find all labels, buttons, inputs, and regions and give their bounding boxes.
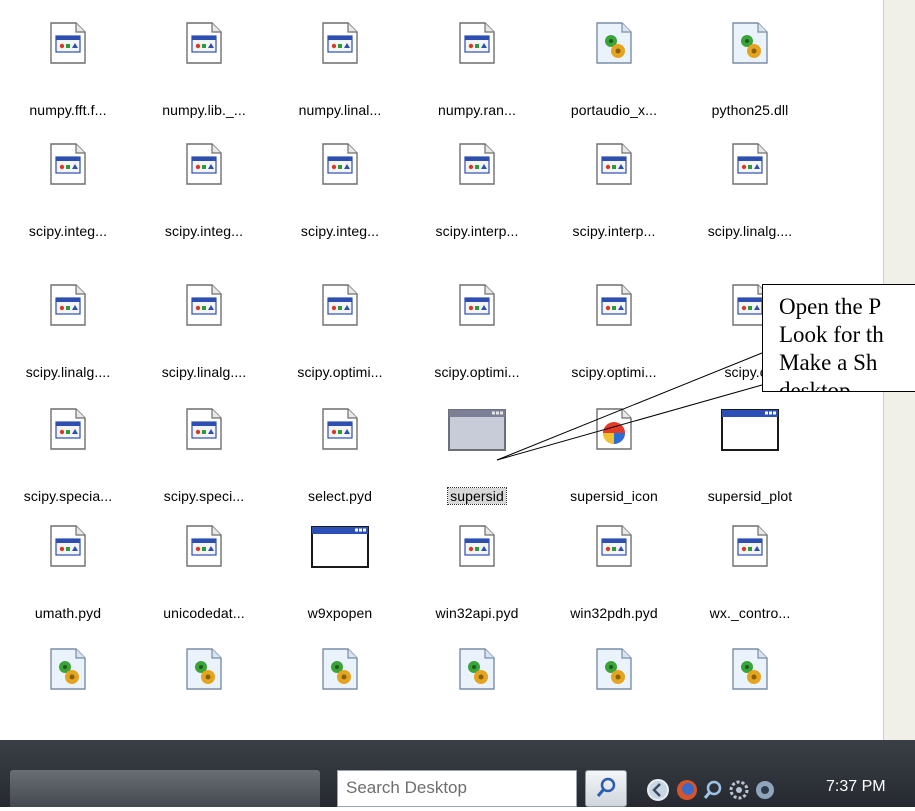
search-placeholder: Search Desktop <box>346 778 467 797</box>
magnifier-icon <box>596 777 616 797</box>
annotation-callout: Open the P Look for th Make a Sh desktop <box>762 284 915 392</box>
back-arrow-icon[interactable] <box>645 778 673 802</box>
network-tray-icon[interactable] <box>753 778 777 802</box>
search-desktop-input[interactable]: Search Desktop <box>337 770 577 807</box>
taskbar-window-button[interactable] <box>10 770 320 807</box>
settings-tray-icon[interactable] <box>727 778 751 802</box>
search-tray-icon[interactable] <box>701 778 725 802</box>
annotation-line-3: Make a Sh <box>779 350 878 375</box>
search-button[interactable] <box>585 770 627 807</box>
firefox-icon[interactable] <box>675 778 699 802</box>
annotation-line-1: Open the P <box>779 294 882 319</box>
annotation-line-4: desktop <box>779 378 851 392</box>
annotation-line-2: Look for th <box>779 322 884 347</box>
clock: 7:37 PM <box>826 778 886 795</box>
